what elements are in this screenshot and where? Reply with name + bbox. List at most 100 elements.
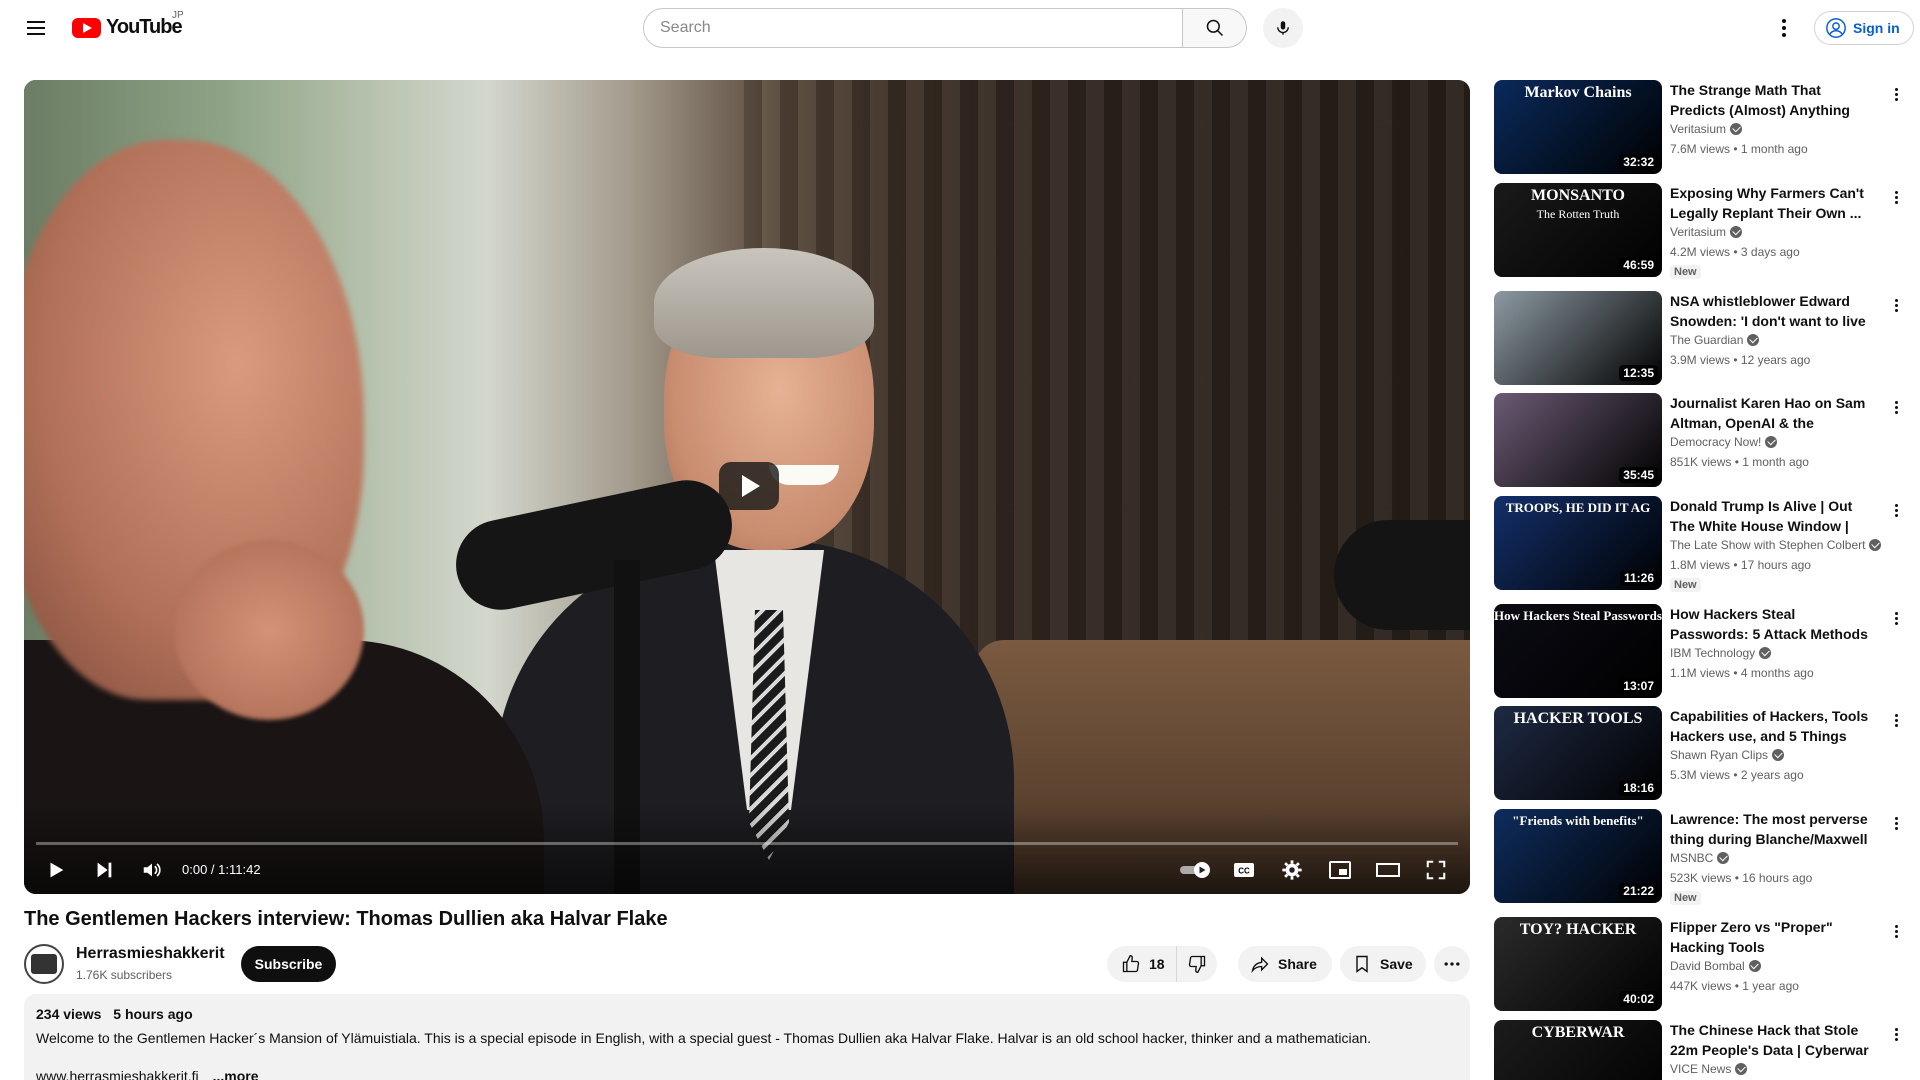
large-play-button[interactable] — [719, 462, 779, 510]
recommendation-channel[interactable]: Veritasium — [1670, 225, 1743, 239]
recommendation-item[interactable]: CYBERWAR The Chinese Hack that Stole 22m … — [1494, 1020, 1904, 1080]
recommendation-thumbnail[interactable]: CYBERWAR — [1494, 1020, 1662, 1080]
recommendation-channel[interactable]: The Late Show with Stephen Colbert — [1670, 538, 1882, 552]
recommendation-channel[interactable]: The Guardian — [1670, 333, 1760, 347]
recommendation-channel[interactable]: Shawn Ryan Clips — [1670, 748, 1785, 762]
svg-text:CC: CC — [1238, 867, 1250, 876]
settings-menu-icon[interactable] — [1768, 12, 1800, 44]
masthead: YouTube JP Search Sign in — [0, 0, 1920, 56]
recommendation-item[interactable]: "Friends with benefits" 21:22 Lawrence: Th… — [1494, 809, 1904, 905]
voice-search-button[interactable] — [1263, 8, 1303, 48]
verified-icon — [1747, 334, 1760, 346]
play-button[interactable] — [36, 852, 76, 888]
guide-menu-button[interactable] — [20, 12, 52, 44]
recommendation-stats: 447K views • 1 year ago — [1670, 979, 1799, 993]
recommendation-item[interactable]: How Hackers Steal Passwords 13:07 How Hack… — [1494, 604, 1904, 700]
channel-avatar[interactable] — [24, 944, 64, 984]
recommendation-channel[interactable]: IBM Technology — [1670, 646, 1772, 660]
recommendation-thumbnail[interactable]: TOY? HACKER 40:02 — [1494, 917, 1662, 1011]
recommendation-item[interactable]: 12:35 NSA whistleblower Edward Snowden: '… — [1494, 291, 1904, 387]
recommendation-thumbnail[interactable]: MONSANTO The Rotten Truth 46:59 — [1494, 183, 1662, 277]
share-button[interactable]: Share — [1238, 946, 1332, 982]
video-player[interactable]: 0:00 / 1:11:42 CC — [24, 80, 1470, 894]
recommendation-title[interactable]: Donald Trump Is Alive | Out The White Ho… — [1670, 496, 1870, 536]
recommendation-item[interactable]: 35:45 Journalist Karen Hao on Sam Altman,… — [1494, 393, 1904, 489]
more-options-icon[interactable] — [1888, 395, 1904, 419]
more-options-icon[interactable] — [1888, 82, 1904, 106]
recommendation-item[interactable]: HACKER TOOLS 18:16 Capabilities of Hackers… — [1494, 706, 1904, 802]
recommendation-item[interactable]: TOY? HACKER 40:02 Flipper Zero vs "Proper"… — [1494, 917, 1904, 1013]
recommendation-item[interactable]: Markov Chains 32:32 The Strange Math That … — [1494, 80, 1904, 176]
more-options-icon[interactable] — [1888, 606, 1904, 630]
recommendation-thumbnail[interactable]: How Hackers Steal Passwords 13:07 — [1494, 604, 1662, 698]
channel-name-label: VICE News — [1670, 1062, 1732, 1076]
more-options-icon[interactable] — [1888, 1022, 1904, 1046]
search-button[interactable] — [1183, 8, 1247, 48]
description-box[interactable]: 234 views 5 hours ago Welcome to the Gen… — [24, 994, 1470, 1080]
channel-name[interactable]: Herrasmieshakkerit — [76, 945, 225, 963]
thumbs-down-icon — [1188, 955, 1206, 974]
skip-next-icon — [97, 862, 112, 878]
show-more-button[interactable]: ...more — [213, 1068, 259, 1080]
miniplayer-icon — [1329, 861, 1351, 879]
like-button[interactable]: 18 — [1107, 946, 1177, 982]
more-options-icon[interactable] — [1888, 293, 1904, 317]
recommendation-channel[interactable]: MSNBC — [1670, 851, 1730, 865]
recommendation-title[interactable]: The Strange Math That Predicts (Almost) … — [1670, 80, 1870, 120]
save-button[interactable]: Save — [1340, 946, 1426, 982]
progress-bar[interactable] — [36, 842, 1458, 845]
recommendation-item[interactable]: TROOPS, HE DID IT AG 11:26 Donald Trump Is… — [1494, 496, 1904, 592]
dislike-button[interactable] — [1177, 946, 1217, 982]
save-label: Save — [1380, 956, 1413, 972]
recommendation-title[interactable]: Capabilities of Hackers, Tools Hackers u… — [1670, 706, 1870, 746]
recommendation-thumbnail[interactable]: 35:45 — [1494, 393, 1662, 487]
settings-button[interactable] — [1272, 852, 1312, 888]
fullscreen-button[interactable] — [1416, 852, 1456, 888]
more-actions-button[interactable] — [1434, 946, 1470, 982]
upload-age: 3 days ago — [1740, 245, 1800, 259]
next-button[interactable] — [84, 852, 124, 888]
more-options-icon[interactable] — [1888, 919, 1904, 943]
recommendation-title[interactable]: Journalist Karen Hao on Sam Altman, Open… — [1670, 393, 1870, 433]
recommendation-channel[interactable]: Democracy Now! — [1670, 435, 1778, 449]
youtube-logo[interactable]: YouTube JP — [72, 10, 184, 39]
theater-mode-button[interactable] — [1368, 852, 1408, 888]
captions-button[interactable]: CC — [1224, 852, 1264, 888]
video-duration: 21:22 — [1619, 883, 1658, 899]
recommendation-channel[interactable]: Veritasium — [1670, 122, 1743, 136]
volume-icon — [143, 863, 161, 877]
new-badge: New — [1670, 265, 1701, 279]
separator-dot: • — [1731, 455, 1743, 469]
recommendation-thumbnail[interactable]: 12:35 — [1494, 291, 1662, 385]
recommendation-title[interactable]: The Chinese Hack that Stole 22m People's… — [1670, 1020, 1870, 1060]
more-horizontal-icon — [1444, 962, 1460, 966]
recommendation-title[interactable]: Exposing Why Farmers Can't Legally Repla… — [1670, 183, 1870, 223]
more-options-icon[interactable] — [1888, 811, 1904, 835]
autoplay-toggle[interactable] — [1176, 852, 1216, 888]
search-form: Search — [643, 8, 1303, 48]
subscribe-button[interactable]: Subscribe — [241, 946, 336, 982]
view-count: 3.9M views — [1670, 353, 1731, 367]
recommendation-channel[interactable]: VICE News — [1670, 1062, 1748, 1076]
recommendation-item[interactable]: MONSANTO The Rotten Truth 46:59 Exposing Wh… — [1494, 183, 1904, 279]
more-options-icon[interactable] — [1888, 498, 1904, 522]
recommendation-title[interactable]: Lawrence: The most perverse thing during… — [1670, 809, 1870, 849]
recommendation-title[interactable]: NSA whistleblower Edward Snowden: 'I don… — [1670, 291, 1870, 331]
description-meta: 234 views 5 hours ago — [36, 1006, 1458, 1022]
more-options-icon[interactable] — [1888, 708, 1904, 732]
miniplayer-button[interactable] — [1320, 852, 1360, 888]
mute-button[interactable] — [132, 852, 172, 888]
search-input[interactable]: Search — [643, 8, 1183, 48]
recommendation-channel[interactable]: David Bombal — [1670, 959, 1761, 973]
recommendation-thumbnail[interactable]: TROOPS, HE DID IT AG 11:26 — [1494, 496, 1662, 590]
recommendation-thumbnail[interactable]: HACKER TOOLS 18:16 — [1494, 706, 1662, 800]
sign-in-button[interactable]: Sign in — [1814, 11, 1914, 45]
video-duration: 40:02 — [1619, 991, 1658, 1007]
recommendation-title[interactable]: Flipper Zero vs "Proper" Hacking Tools — [1670, 917, 1870, 957]
recommendation-thumbnail[interactable]: "Friends with benefits" 21:22 — [1494, 809, 1662, 903]
website-link[interactable]: www.herrasmieshakkerit.fi — [36, 1068, 199, 1080]
recommendation-thumbnail[interactable]: Markov Chains 32:32 — [1494, 80, 1662, 174]
theater-mode-icon — [1376, 863, 1400, 877]
more-options-icon[interactable] — [1888, 185, 1904, 209]
recommendation-title[interactable]: How Hackers Steal Passwords: 5 Attack Me… — [1670, 604, 1870, 644]
